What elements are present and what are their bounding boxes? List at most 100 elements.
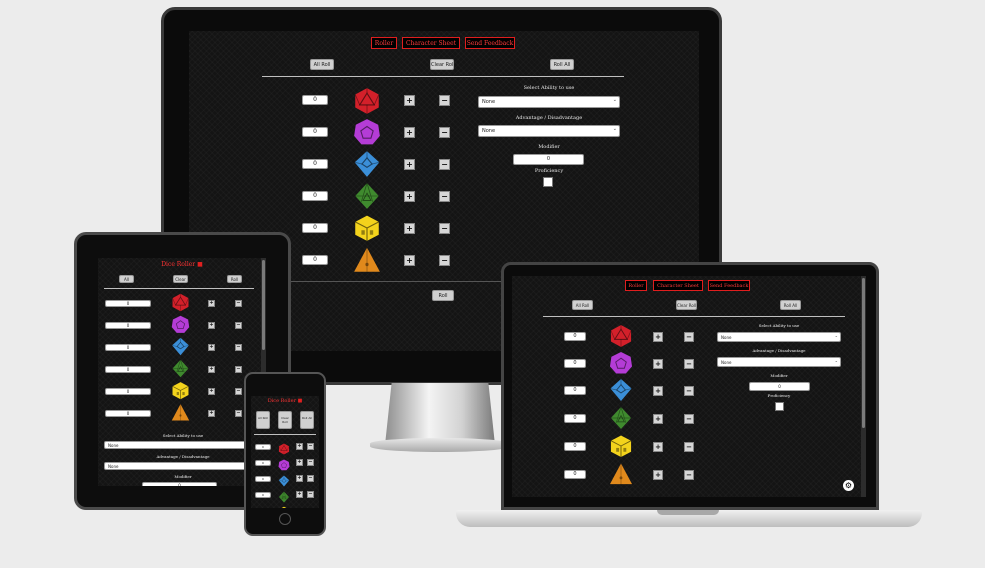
plus-button[interactable]: + (208, 300, 215, 307)
minus-button[interactable]: − (307, 475, 314, 482)
d12-shape (278, 459, 290, 471)
minus-button[interactable]: − (307, 443, 314, 450)
nav-character-sheet[interactable]: Character Sheet (653, 280, 703, 291)
plus-button[interactable]: + (208, 366, 215, 373)
phone-home-button[interactable] (279, 513, 291, 525)
modifier-input[interactable]: 0 (513, 154, 584, 165)
all-roll-button[interactable]: All Roll (572, 300, 593, 310)
scroll-thumb[interactable] (862, 278, 865, 428)
minus-button[interactable]: − (439, 127, 450, 138)
dice-count-input[interactable]: 0 (564, 359, 586, 368)
all-roll-button[interactable]: All Roll (256, 411, 270, 429)
nav-roller[interactable]: Roller (625, 280, 647, 291)
minus-button[interactable]: − (235, 344, 242, 351)
proficiency-checkbox[interactable] (543, 177, 553, 187)
dice-count-input[interactable]: 0 (255, 476, 271, 482)
minus-button[interactable]: − (235, 322, 242, 329)
nav-send-feedback[interactable]: Send Feedback (708, 280, 750, 291)
ability-select[interactable]: None (104, 441, 254, 449)
roll-all-button[interactable]: Roll All (780, 300, 801, 310)
plus-button[interactable]: + (653, 359, 663, 369)
scroll-thumb[interactable] (262, 260, 265, 350)
dice-count-input[interactable]: 0 (105, 366, 151, 373)
minus-button[interactable]: − (684, 359, 694, 369)
dice-count-input[interactable]: 0 (564, 332, 586, 341)
minus-button[interactable]: − (235, 410, 242, 417)
minus-button[interactable]: − (439, 159, 450, 170)
dice-count-input[interactable]: 0 (105, 410, 151, 417)
plus-button[interactable]: + (404, 223, 415, 234)
dice-count-input[interactable]: 0 (302, 191, 328, 201)
dice-count-input[interactable]: 0 (255, 492, 271, 498)
minus-button[interactable]: − (439, 255, 450, 266)
minus-button[interactable]: − (684, 442, 694, 452)
plus-button[interactable]: + (653, 442, 663, 452)
roll-button[interactable]: Roll (432, 290, 454, 301)
dice-count-input[interactable]: 0 (105, 388, 151, 395)
clear-roll-button[interactable]: Clear Roll (278, 411, 292, 429)
plus-button[interactable]: + (653, 332, 663, 342)
dice-count-input[interactable]: 0 (302, 223, 328, 233)
plus-button[interactable]: + (653, 386, 663, 396)
plus-button[interactable]: + (404, 191, 415, 202)
plus-button[interactable]: + (296, 443, 303, 450)
dice-count-input[interactable]: 0 (564, 442, 586, 451)
ability-select[interactable]: None (478, 96, 620, 108)
plus-button[interactable]: + (296, 459, 303, 466)
dice-count-input[interactable]: 0 (564, 414, 586, 423)
d4-shape (609, 463, 633, 485)
minus-button[interactable]: − (439, 191, 450, 202)
minus-button[interactable]: − (307, 459, 314, 466)
dice-count-input[interactable]: 0 (255, 444, 271, 450)
dice-count-input[interactable]: 0 (302, 255, 328, 265)
all-button[interactable]: All (119, 275, 134, 283)
minus-button[interactable]: − (684, 414, 694, 424)
plus-button[interactable]: + (404, 255, 415, 266)
minus-button[interactable]: − (307, 491, 314, 498)
minus-button[interactable]: − (235, 366, 242, 373)
dice-count-input[interactable]: 0 (564, 470, 586, 479)
dice-count-input[interactable]: 0 (105, 300, 151, 307)
plus-button[interactable]: + (653, 414, 663, 424)
plus-button[interactable]: + (208, 410, 215, 417)
scrollbar[interactable] (861, 276, 866, 497)
plus-button[interactable]: + (208, 322, 215, 329)
minus-button[interactable]: − (235, 300, 242, 307)
roll-all-button[interactable]: Roll All (550, 59, 574, 70)
dice-count-input[interactable]: 0 (302, 159, 328, 169)
plus-button[interactable]: + (208, 388, 215, 395)
roll-button[interactable]: Roll (227, 275, 242, 283)
dice-count-input[interactable]: 0 (564, 386, 586, 395)
advantage-select[interactable]: None (717, 357, 841, 367)
minus-button[interactable]: − (235, 388, 242, 395)
advantage-select[interactable]: None (104, 462, 254, 470)
minus-button[interactable]: − (439, 223, 450, 234)
dice-count-input[interactable]: 0 (302, 127, 328, 137)
minus-button[interactable]: − (439, 95, 450, 106)
plus-button[interactable]: + (208, 344, 215, 351)
plus-button[interactable]: + (296, 475, 303, 482)
minus-button[interactable]: − (684, 332, 694, 342)
clear-button[interactable]: Clear (173, 275, 188, 283)
clear-roll-button[interactable]: Clear Roll (676, 300, 697, 310)
divider (254, 434, 316, 435)
plus-button[interactable]: + (404, 127, 415, 138)
proficiency-checkbox[interactable] (775, 402, 784, 411)
dice-count-input[interactable]: 0 (255, 460, 271, 466)
d8-shape (610, 406, 632, 430)
dice-count-input[interactable]: 0 (302, 95, 328, 105)
modifier-input[interactable]: 0 (142, 482, 217, 486)
advantage-select[interactable]: None (478, 125, 620, 137)
dice-count-input[interactable]: 0 (105, 344, 151, 351)
modifier-input[interactable]: 0 (749, 382, 810, 391)
minus-button[interactable]: − (684, 470, 694, 480)
dice-count-input[interactable]: 0 (105, 322, 151, 329)
plus-button[interactable]: + (653, 470, 663, 480)
roll-all-button[interactable]: Roll All (300, 411, 314, 429)
settings-button[interactable]: ⚙ (843, 480, 854, 491)
plus-button[interactable]: + (296, 491, 303, 498)
plus-button[interactable]: + (404, 95, 415, 106)
plus-button[interactable]: + (404, 159, 415, 170)
minus-button[interactable]: − (684, 386, 694, 396)
ability-select[interactable]: None (717, 332, 841, 342)
